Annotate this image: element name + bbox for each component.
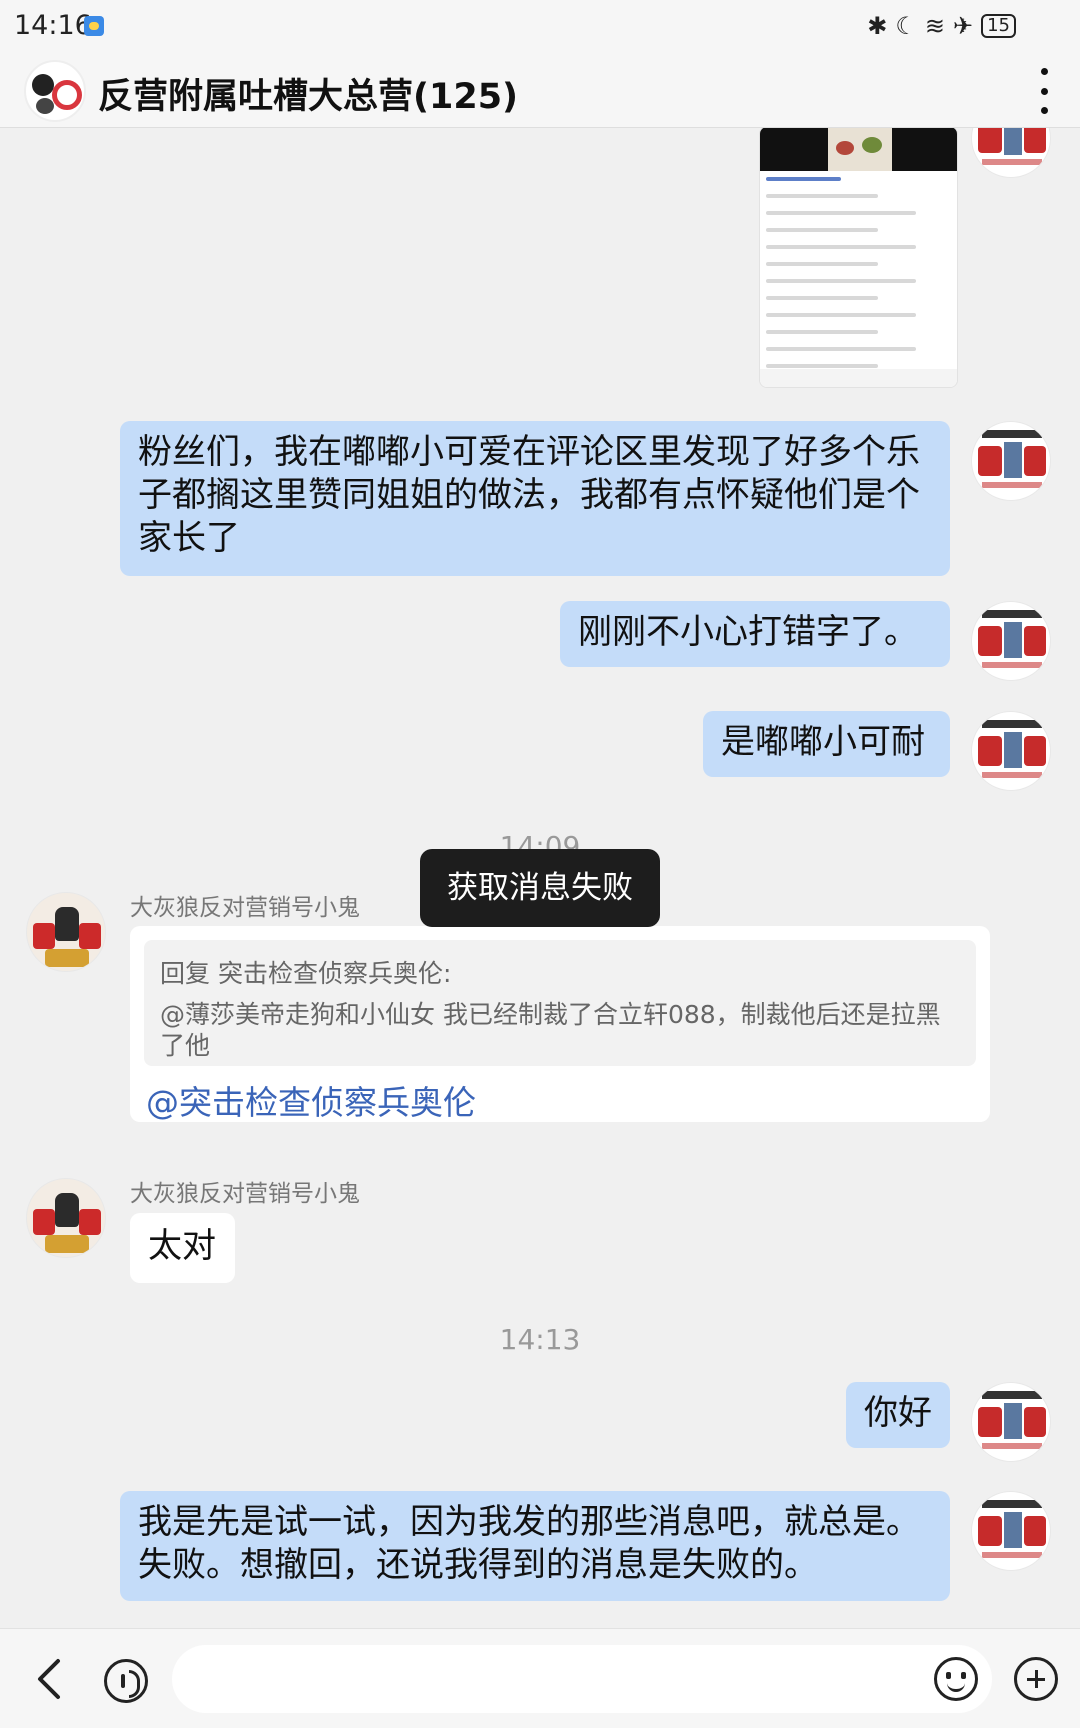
message-bubble[interactable]: 粉丝们，我在嘟嘟小可爱在评论区里发现了好多个乐子都搁这里赞同姐姐的做法，我都有点… bbox=[120, 421, 950, 576]
weather-icon bbox=[84, 16, 104, 36]
chat-header: 反营附属吐槽大总营(125) bbox=[0, 54, 1080, 128]
status-icons: ✱ ☾ ≋ ✈ 15 bbox=[867, 12, 1016, 40]
status-bar: 14:16 ✱ ☾ ≋ ✈ 15 bbox=[0, 0, 1080, 54]
group-avatar[interactable] bbox=[24, 60, 86, 122]
battery-icon: 15 bbox=[981, 14, 1016, 38]
input-bar bbox=[0, 1628, 1080, 1728]
voice-input-icon[interactable] bbox=[104, 1659, 148, 1703]
back-icon[interactable] bbox=[34, 1657, 64, 1701]
status-time: 14:16 bbox=[14, 10, 92, 41]
image-thumbnail bbox=[828, 128, 892, 171]
quoted-message[interactable]: 回复 突击检查侦察兵奥伦: @薄莎美帝走狗和小仙女 我已经制裁了合立轩088，制… bbox=[144, 940, 976, 1066]
message-bubble[interactable]: 你好 bbox=[846, 1382, 950, 1448]
quote-body: @薄莎美帝走狗和小仙女 我已经制裁了合立轩088，制裁他后还是拉黑了他 bbox=[160, 1000, 941, 1060]
message-input[interactable] bbox=[172, 1645, 992, 1713]
timestamp: 14:13 bbox=[499, 1323, 581, 1356]
image-message[interactable] bbox=[759, 128, 958, 388]
avatar[interactable] bbox=[971, 1491, 1051, 1571]
message-bubble[interactable]: 是嘟嘟小可耐 bbox=[703, 711, 950, 777]
quote-header: 回复 突击检查侦察兵奥伦: bbox=[160, 959, 452, 988]
reply-message[interactable]: 回复 突击检查侦察兵奥伦: @薄莎美帝走狗和小仙女 我已经制裁了合立轩088，制… bbox=[130, 926, 990, 1122]
bluetooth-icon: ✱ bbox=[867, 12, 888, 40]
avatar[interactable] bbox=[971, 421, 1051, 501]
chat-title[interactable]: 反营附属吐槽大总营(125) bbox=[98, 68, 518, 119]
message-list[interactable]: 粉丝们，我在嘟嘟小可爱在评论区里发现了好多个乐子都搁这里赞同姐姐的做法，我都有点… bbox=[0, 128, 1080, 1628]
avatar[interactable] bbox=[26, 892, 106, 972]
avatar[interactable] bbox=[26, 1178, 106, 1258]
message-bubble[interactable]: 刚刚不小心打错字了。 bbox=[560, 601, 950, 667]
moon-icon: ☾ bbox=[895, 12, 917, 40]
message-bubble[interactable]: 太对 bbox=[130, 1213, 235, 1283]
sender-name[interactable]: 大灰狼反对营销号小鬼 bbox=[130, 1174, 360, 1208]
avatar[interactable] bbox=[971, 1382, 1051, 1462]
add-icon[interactable] bbox=[1014, 1657, 1058, 1701]
message-bubble[interactable]: 我是先是试一试，因为我发的那些消息吧，就总是。失败。想撤回，还说我得到的消息是失… bbox=[120, 1491, 950, 1601]
airplane-icon: ✈ bbox=[952, 12, 974, 40]
sender-name[interactable]: 大灰狼反对营销号小鬼 bbox=[130, 888, 360, 922]
avatar[interactable] bbox=[971, 601, 1051, 681]
avatar[interactable] bbox=[971, 128, 1051, 178]
more-options-icon[interactable] bbox=[1038, 68, 1050, 114]
wifi-icon: ≋ bbox=[924, 12, 945, 40]
battery-level: 15 bbox=[987, 15, 1010, 36]
mention-link[interactable]: @突击检查侦察兵奥伦 bbox=[146, 1076, 476, 1124]
avatar[interactable] bbox=[971, 711, 1051, 791]
error-toast: 获取消息失败 bbox=[420, 849, 660, 927]
emoji-icon[interactable] bbox=[934, 1657, 978, 1701]
